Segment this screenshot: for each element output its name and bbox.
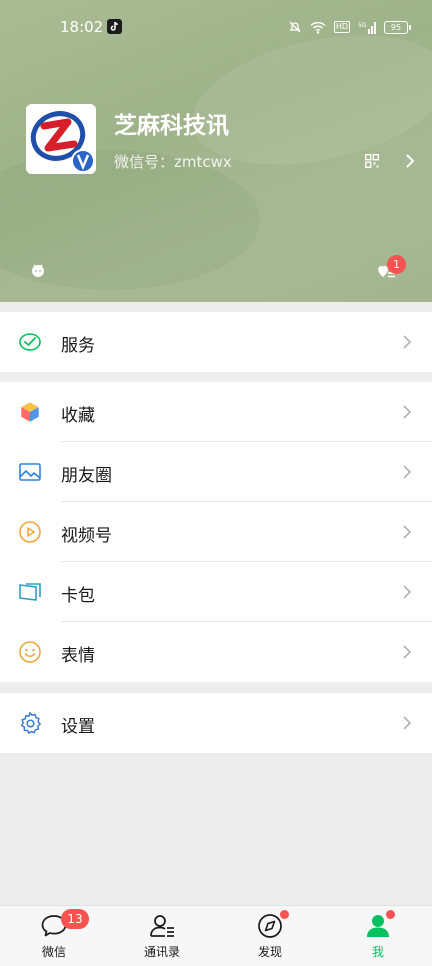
menu-item-moments[interactable]: 朋友圈 xyxy=(0,442,432,502)
svg-text:5G: 5G xyxy=(358,22,367,29)
profile-name: 芝麻科技讯 xyxy=(114,113,229,139)
menu-item-channels[interactable]: 视频号 xyxy=(0,502,432,562)
settings-icon xyxy=(20,712,41,734)
profile-header: 18:02 HD 5G 95 芝麻科技讯 微信号：zmtcwx 1 xyxy=(0,0,432,302)
sticker-icon xyxy=(19,641,41,663)
menu-item-label: 朋友圈 xyxy=(61,466,112,486)
channels-icon xyxy=(19,521,41,543)
mute-bell-icon xyxy=(289,21,301,33)
chevron-right-icon xyxy=(403,405,412,419)
menu-group-settings: 设置 xyxy=(0,693,432,753)
notification-badge: 1 xyxy=(387,255,406,274)
menu-group-service: 服务 xyxy=(0,312,432,372)
tiktok-icon xyxy=(107,19,122,34)
status-icons: HD 5G 95 xyxy=(288,18,411,36)
chevron-right-icon xyxy=(403,465,412,479)
avatar[interactable] xyxy=(26,104,96,174)
status-time: 18:02 xyxy=(60,18,104,36)
status-add-icon[interactable] xyxy=(30,262,46,278)
new-content-dot xyxy=(386,910,395,919)
new-content-dot xyxy=(280,910,289,919)
tab-me[interactable]: 我 xyxy=(324,906,432,966)
tab-label: 通讯录 xyxy=(143,945,180,959)
menu-item-label: 服务 xyxy=(61,336,95,356)
wechat-id: 微信号：zmtcwx xyxy=(114,153,232,171)
menu-group-main: 收藏 朋友圈 视频号 卡包 表情 xyxy=(0,382,432,682)
tab-label: 发现 xyxy=(257,945,282,959)
moments-icon xyxy=(19,463,41,481)
tab-discover[interactable]: 发现 xyxy=(216,906,324,966)
chevron-right-icon xyxy=(403,525,412,539)
chevron-right-icon xyxy=(403,335,412,349)
service-icon xyxy=(19,333,41,351)
tab-chats[interactable]: 13 微信 xyxy=(0,906,108,966)
chevron-right-icon xyxy=(403,585,412,599)
wifi-icon xyxy=(310,21,326,34)
chevron-right-icon xyxy=(403,645,412,659)
menu-item-favorites[interactable]: 收藏 xyxy=(0,382,432,442)
menu-item-settings[interactable]: 设置 xyxy=(0,693,432,753)
menu-item-label: 收藏 xyxy=(61,406,95,426)
menu-item-label: 设置 xyxy=(61,717,95,737)
menu-item-service[interactable]: 服务 xyxy=(0,312,432,372)
signal-5g-icon: 5G xyxy=(358,21,376,34)
menu-item-card-wallet[interactable]: 卡包 xyxy=(0,562,432,622)
chevron-right-icon xyxy=(403,716,412,730)
menu-item-label: 视频号 xyxy=(61,526,112,546)
tab-label: 我 xyxy=(371,945,384,959)
bottom-tab-bar: 13 微信 通讯录 发现 我 xyxy=(0,905,432,966)
chevron-right-icon[interactable] xyxy=(402,153,418,169)
menu-item-label: 表情 xyxy=(61,646,95,666)
contacts-icon xyxy=(150,915,174,937)
favorites-icon xyxy=(20,401,40,423)
unread-badge: 13 xyxy=(61,909,89,929)
tab-label: 微信 xyxy=(41,945,66,959)
card-wallet-icon xyxy=(19,583,41,601)
tab-contacts[interactable]: 通讯录 xyxy=(108,906,216,966)
battery-icon: 95 xyxy=(384,20,411,34)
menu-item-label: 卡包 xyxy=(61,586,95,606)
menu-item-stickers[interactable]: 表情 xyxy=(0,622,432,682)
qr-code-icon[interactable] xyxy=(365,154,379,168)
status-bar: 18:02 HD 5G 95 xyxy=(0,0,432,54)
hd-icon: HD xyxy=(333,21,350,33)
